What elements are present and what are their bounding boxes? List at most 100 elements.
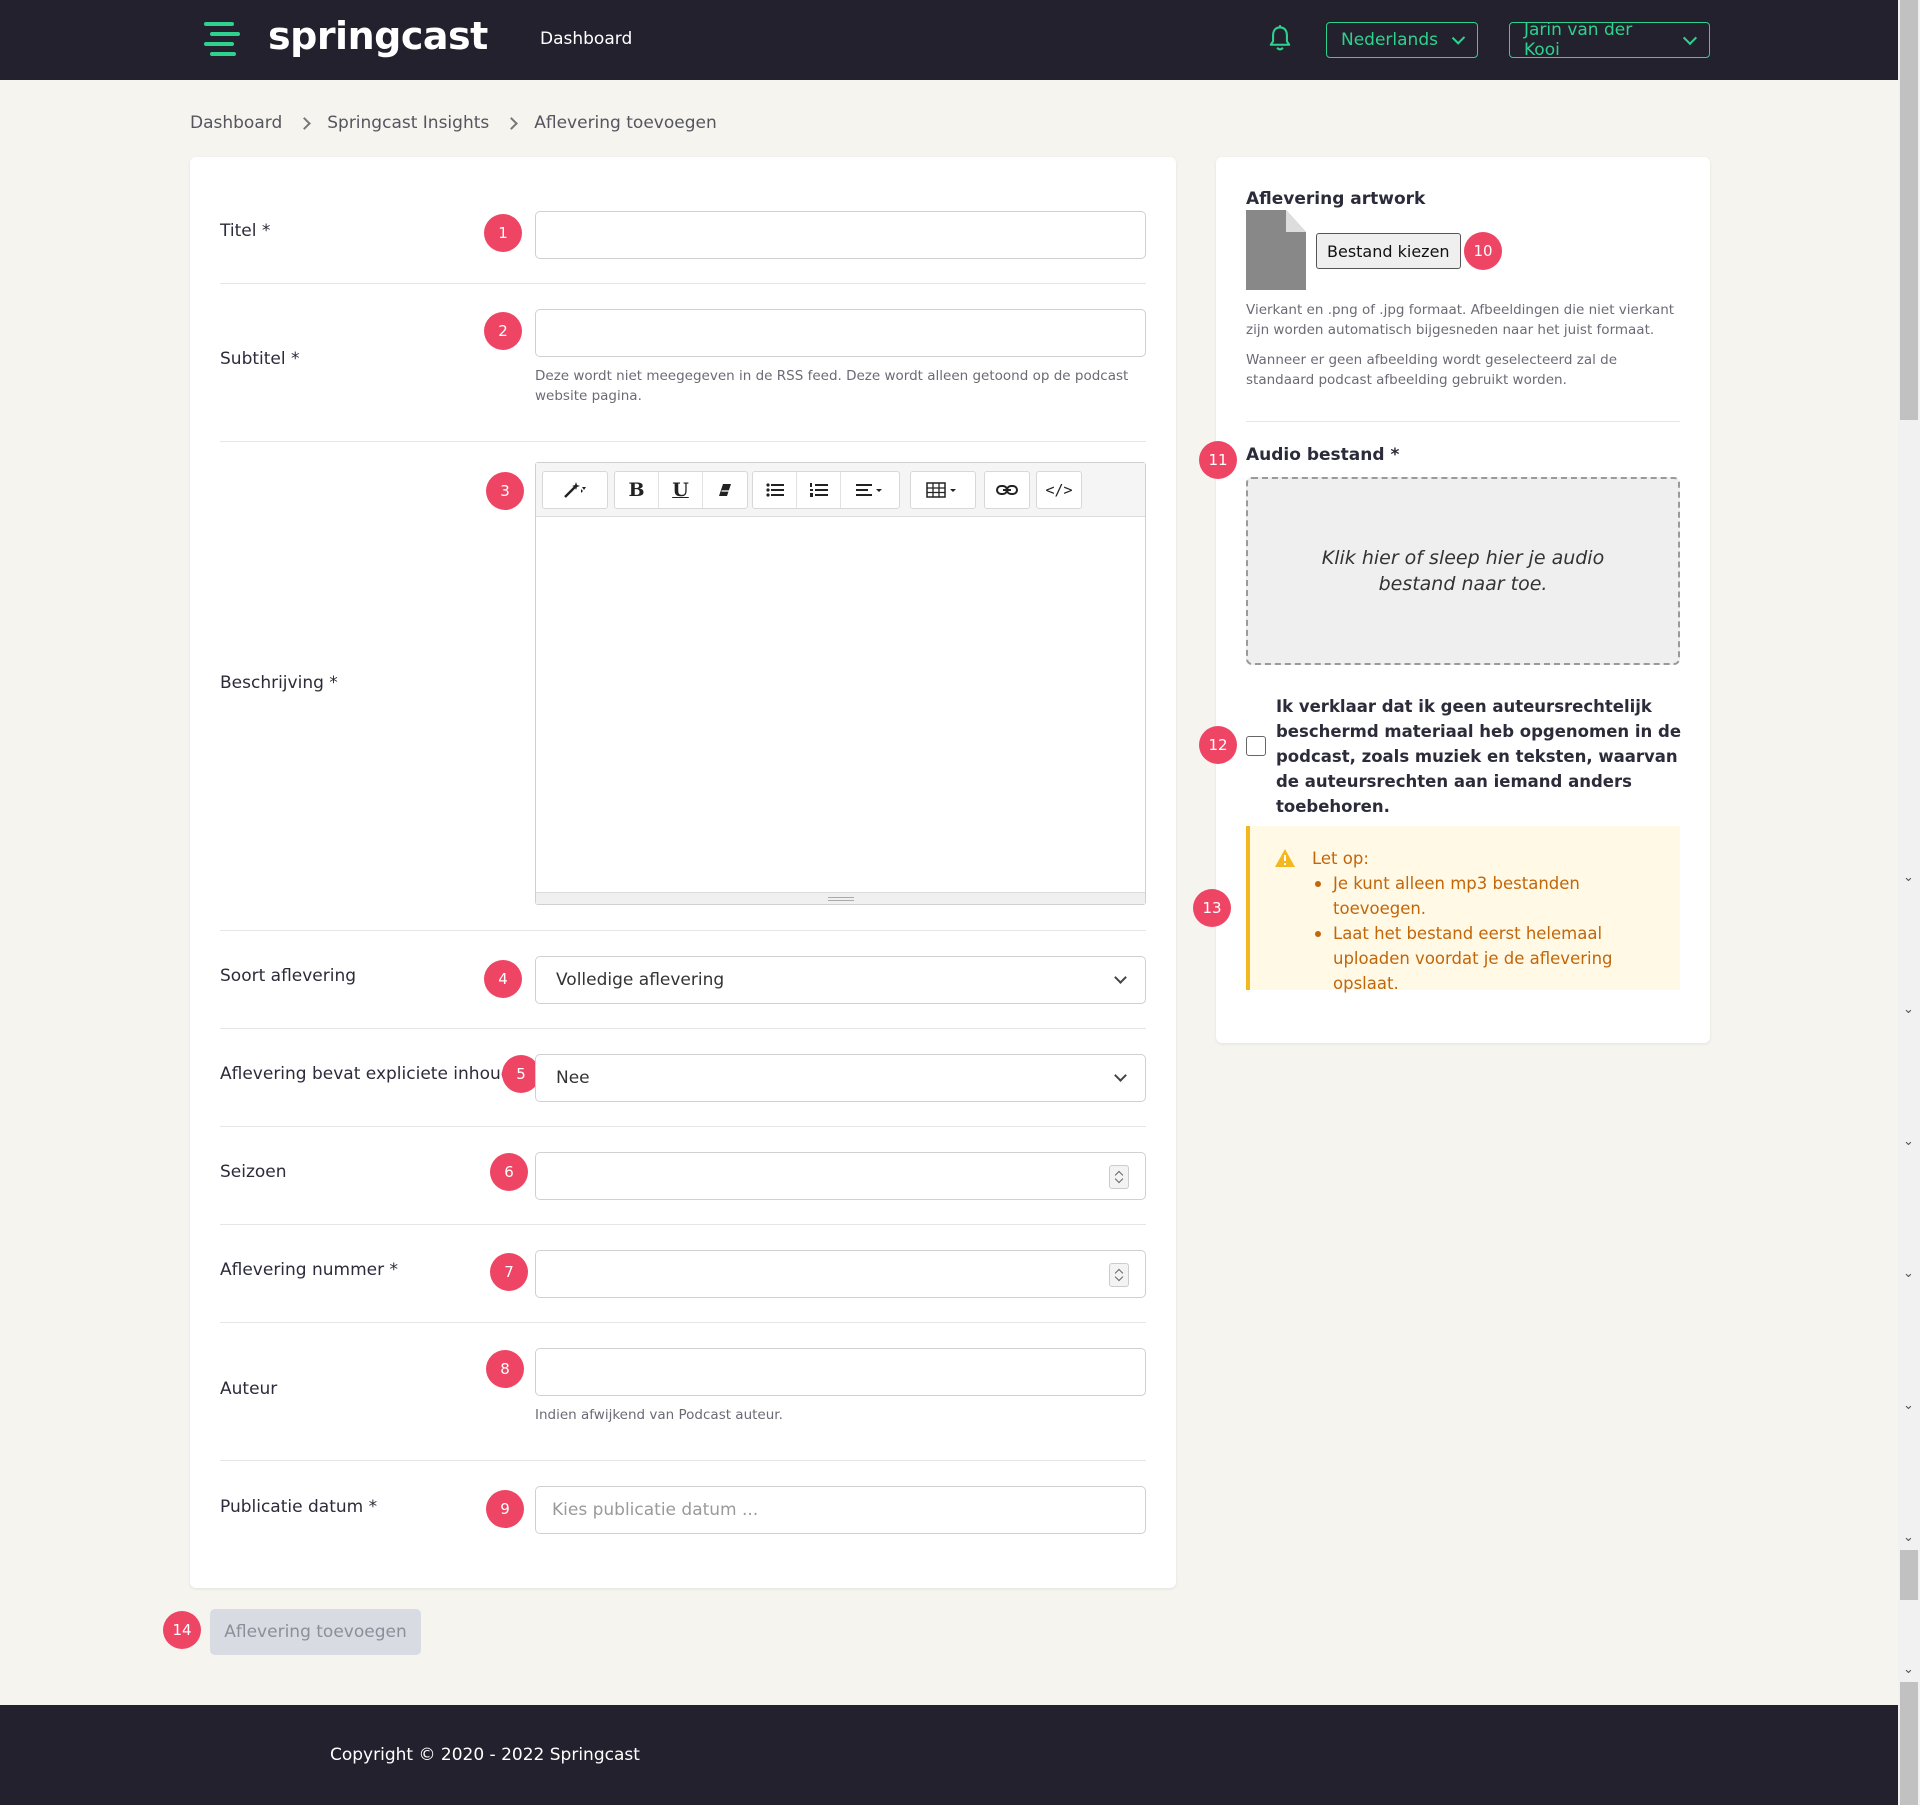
publicatie-datum-input[interactable] — [535, 1486, 1146, 1534]
divider — [220, 1126, 1146, 1127]
subtitel-input[interactable] — [535, 309, 1146, 357]
brand-name[interactable]: springcast — [268, 14, 488, 58]
artwork-heading: Aflevering artwork — [1246, 189, 1426, 209]
subtitel-help-text: Deze wordt niet meegegeven in de RSS fee… — [535, 368, 1129, 404]
code-view-button[interactable]: </> — [1037, 472, 1081, 508]
eraser-icon[interactable] — [703, 472, 747, 508]
bell-icon[interactable] — [1266, 24, 1294, 54]
annotation-badge: 11 — [1199, 441, 1237, 479]
annotation-badge: 9 — [486, 1490, 524, 1528]
rich-text-editor[interactable]: B U </> — [535, 462, 1146, 905]
choose-file-button[interactable]: Bestand kiezen — [1316, 233, 1461, 269]
unordered-list-icon[interactable] — [753, 472, 797, 508]
divider — [220, 1028, 1146, 1029]
link-icon[interactable] — [985, 472, 1029, 508]
language-label: Nederlands — [1341, 30, 1438, 50]
add-episode-button[interactable]: Aflevering toevoegen — [210, 1609, 421, 1655]
insert-group — [984, 471, 1030, 509]
scrollbar-thumb-secondary[interactable] — [1900, 1550, 1918, 1600]
soort-select[interactable]: Volledige aflevering — [535, 956, 1146, 1004]
scrollbar-thumb-tertiary[interactable] — [1900, 1682, 1918, 1805]
divider — [1246, 421, 1680, 422]
divider — [220, 441, 1146, 442]
soort-select-value: Volledige aflevering — [556, 970, 725, 990]
warning-icon — [1275, 849, 1295, 867]
copyright-checkbox[interactable] — [1246, 736, 1266, 756]
chevron-right-icon — [505, 116, 519, 130]
breadcrumb-item-dashboard[interactable]: Dashboard — [190, 113, 282, 133]
auteur-input[interactable] — [535, 1348, 1146, 1396]
seizoen-label: Seizoen — [220, 1162, 287, 1182]
nav-link-dashboard[interactable]: Dashboard — [540, 29, 632, 49]
warning-alert: Let op: Je kunt alleen mp3 bestanden toe… — [1246, 826, 1680, 993]
subtitel-label: Subtitel * — [220, 349, 300, 369]
language-dropdown[interactable]: Nederlands — [1326, 22, 1478, 58]
audio-heading: Audio bestand * — [1246, 445, 1400, 465]
beschrijving-label: Beschrijving * — [220, 673, 338, 693]
divider — [220, 1460, 1146, 1461]
scrollbar-thumb[interactable] — [1900, 0, 1918, 420]
annotation-badge: 7 — [490, 1253, 528, 1291]
expliciet-select-value: Nee — [556, 1068, 590, 1088]
chevron-right-icon — [298, 116, 312, 130]
divider — [220, 1322, 1146, 1323]
auteur-help-text: Indien afwijkend van Podcast auteur. — [535, 1407, 783, 1423]
titel-input[interactable] — [535, 211, 1146, 259]
number-spinner-icon[interactable] — [1109, 1263, 1129, 1287]
divider — [220, 930, 1146, 931]
user-dropdown[interactable]: Jarin van der Kooi — [1509, 20, 1710, 60]
editor-toolbar: B U </> — [536, 463, 1145, 517]
copyright-text: Copyright © 2020 - 2022 Springcast — [330, 1745, 640, 1765]
scroll-arrow-icon[interactable]: ⌄ — [1903, 1398, 1914, 1413]
file-placeholder-icon — [1246, 210, 1306, 290]
datum-label: Publicatie datum * — [220, 1497, 378, 1517]
expliciet-select[interactable]: Nee — [535, 1054, 1146, 1102]
annotation-badge: 1 — [484, 214, 522, 252]
table-icon[interactable] — [911, 472, 975, 508]
chevron-down-icon — [1114, 1069, 1127, 1082]
scroll-arrow-icon[interactable]: ⌄ — [1903, 1002, 1914, 1017]
number-spinner-icon[interactable] — [1109, 1165, 1129, 1189]
warning-list: Je kunt alleen mp3 bestanden toevoegen. … — [1312, 871, 1652, 996]
breadcrumb-item-podcast[interactable]: Springcast Insights — [327, 113, 489, 133]
annotation-badge: 2 — [484, 312, 522, 350]
scroll-arrow-icon[interactable]: ⌄ — [1903, 870, 1914, 885]
divider — [220, 283, 1146, 284]
annotation-badge: 12 — [1199, 726, 1237, 764]
underline-button[interactable]: U — [659, 472, 703, 508]
scroll-arrow-icon[interactable]: ⌄ — [1903, 1134, 1914, 1149]
paragraph-group — [752, 471, 900, 509]
table-group — [910, 471, 976, 509]
warning-title: Let op: — [1312, 849, 1369, 868]
nummer-label: Aflevering nummer * — [220, 1260, 399, 1280]
align-icon[interactable] — [841, 472, 899, 508]
auteur-label: Auteur — [220, 1379, 278, 1399]
nummer-number-input[interactable] — [535, 1250, 1146, 1298]
scroll-arrow-icon[interactable]: ⌄ — [1903, 1530, 1914, 1545]
springcast-logo-icon[interactable] — [204, 22, 240, 56]
ordered-list-icon[interactable] — [797, 472, 841, 508]
audio-dropzone[interactable]: Klik hier of sleep hier je audio bestand… — [1246, 477, 1680, 665]
breadcrumb-item-current: Aflevering toevoegen — [534, 113, 717, 133]
titel-label: Titel * — [220, 221, 271, 241]
dropzone-text: Klik hier of sleep hier je audio bestand… — [1321, 547, 1605, 595]
editor-resize-handle[interactable] — [536, 892, 1145, 904]
divider — [220, 1224, 1146, 1225]
copyright-checkbox-label[interactable]: Ik verklaar dat ik geen auteursrechtelij… — [1276, 694, 1686, 819]
annotation-badge: 13 — [1193, 889, 1231, 927]
annotation-badge: 3 — [486, 472, 524, 510]
seizoen-number-input[interactable] — [535, 1152, 1146, 1200]
expliciet-label: Aflevering bevat expliciete inhoud — [220, 1064, 512, 1084]
page-scrollbar[interactable]: ⌄ ⌄ ⌄ ⌄ ⌄ ⌄ ⌄ — [1898, 0, 1920, 1805]
magic-wand-icon[interactable] — [543, 472, 607, 508]
warning-list-item: Laat het bestand eerst helemaal uploaden… — [1312, 921, 1652, 996]
artwork-help-text: Vierkant en .png of .jpg formaat. Afbeel… — [1246, 302, 1675, 338]
user-name: Jarin van der Kooi — [1524, 20, 1633, 60]
scroll-arrow-icon[interactable]: ⌄ — [1903, 1662, 1914, 1677]
scroll-arrow-icon[interactable]: ⌄ — [1903, 1266, 1914, 1281]
chevron-down-icon — [1114, 971, 1127, 984]
bold-button[interactable]: B — [615, 472, 659, 508]
annotation-badge: 6 — [490, 1153, 528, 1191]
chevron-down-icon — [1683, 30, 1698, 45]
soort-label: Soort aflevering — [220, 966, 357, 986]
